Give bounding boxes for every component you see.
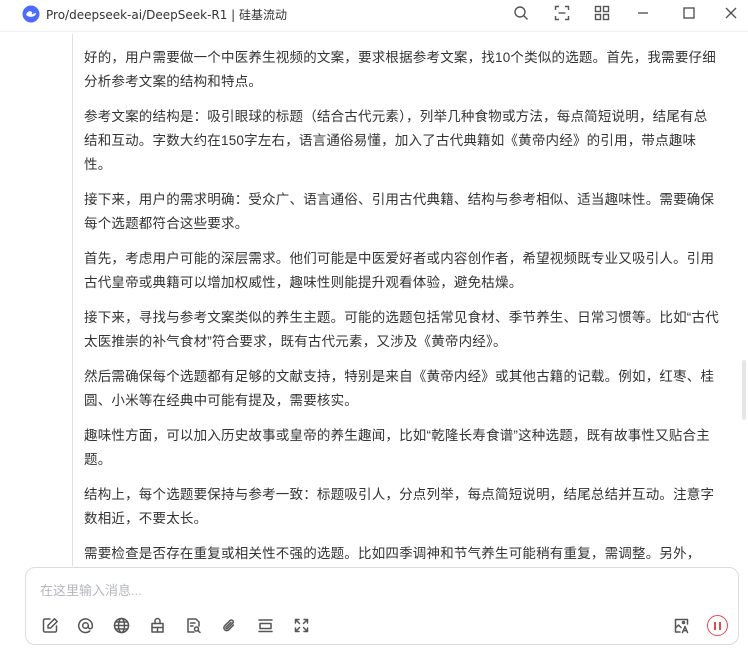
thinking-paragraph: 好的，用户需要做一个中医养生视频的文案，要求根据参考文案，找10个类似的选题。首… [84,50,716,89]
thinking-content: 好的，用户需要做一个中医养生视频的文案，要求根据参考文案，找10个类似的选题。首… [84,46,720,566]
knowledge-base-icon[interactable] [147,615,167,635]
message-input[interactable] [40,580,680,600]
thinking-paragraph: 接下来，用户的需求明确：受众广、语言通俗、引用古代典籍、结构与参考相似、适当趣味… [84,192,715,231]
thinking-paragraph: 首先，考虑用户可能的深层需求。他们可能是中医爱好者或内容创作者，希望视频既专业又… [84,251,715,290]
close-icon[interactable] [722,4,740,22]
attachment-icon[interactable] [219,615,239,635]
thinking-quote-bar [72,34,73,566]
capture-icon[interactable] [553,4,571,22]
expand-icon[interactable] [291,615,311,635]
search-document-icon[interactable] [183,615,203,635]
maximize-icon[interactable] [680,4,698,22]
mention-icon[interactable] [75,615,95,635]
scrollbar[interactable] [742,360,746,420]
title-divider [0,31,748,32]
edit-icon[interactable] [40,615,60,635]
globe-icon[interactable] [111,615,131,635]
window-title: Pro/deepseek-ai/DeepSeek-R1 | 硅基流动 [46,8,288,22]
search-icon[interactable] [512,4,530,22]
thinking-paragraph: 趣味性方面，可以加入历史故事或皇帝的养生趣闻，比如“乾隆长寿食谱”这种选题，既有… [84,428,710,467]
thinking-paragraph: 接下来，寻找与参考文案类似的养生主题。可能的选题包括常见食材、季节养生、日常习惯… [84,310,719,349]
title-bar: Pro/deepseek-ai/DeepSeek-R1 | 硅基流动 [0,0,748,27]
thinking-paragraph: 结构上，每个选题要保持与参考一致：标题吸引人，分点列举，每点简短说明，结尾总结并… [84,487,715,526]
pause-icon [714,621,716,630]
thinking-paragraph: 参考文案的结构是：吸引眼球的标题（结合古代元素），列举几种食物或方法，每点简短说… [84,109,708,172]
stop-generation-button[interactable] [707,615,728,636]
message-composer [25,567,739,645]
thinking-paragraph: 然后需确保每个选题都有足够的文献支持，特别是来自《黄帝内经》或其他古籍的记载。例… [84,369,715,408]
image-translate-icon[interactable] [671,615,691,635]
minimize-icon[interactable] [634,4,652,22]
clear-icon[interactable] [255,615,275,635]
grid-icon[interactable] [593,4,611,22]
app-logo-icon [22,5,40,23]
thinking-paragraph: 需要检查是否存在重复或相关性不强的选题。比如四季调神和节气养生可能稍有重复，需调… [84,546,701,561]
